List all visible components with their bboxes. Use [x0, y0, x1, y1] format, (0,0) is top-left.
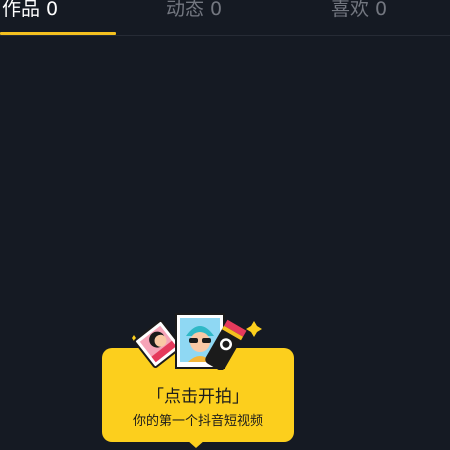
sparkle-icon — [246, 321, 262, 337]
prompt-subtitle: 你的第一个抖音短视频 — [132, 414, 263, 429]
tab-likes[interactable]: 喜欢 0 — [331, 0, 387, 24]
first-video-illustration — [132, 313, 262, 370]
prompt-title: 「点击开拍」 — [147, 387, 249, 407]
profile-works-screen: 作品 0 动态 0 喜欢 0 「点击开拍」 你的第一个抖音短视频 — [0, 0, 450, 450]
tab-moments[interactable]: 动态 0 — [166, 0, 222, 24]
photo-card-icon — [133, 319, 183, 369]
profile-tabs: 作品 0 动态 0 喜欢 0 — [0, 0, 450, 36]
tab-works[interactable]: 作品 0 — [2, 0, 58, 24]
active-tab-indicator — [0, 32, 116, 35]
prompt-pointer-arrow — [187, 440, 205, 448]
